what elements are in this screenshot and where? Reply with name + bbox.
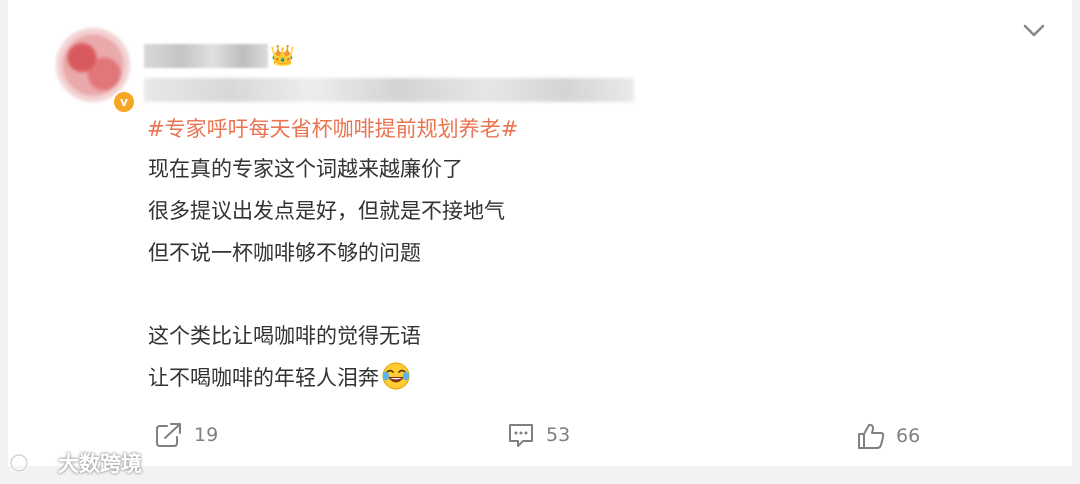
- comment-count: 53: [546, 424, 571, 446]
- post-line-3: 但不说一杯咖啡够不够的问题: [148, 241, 421, 265]
- post-line-6-wrap: 让不喝咖啡的年轻人泪奔: [148, 361, 411, 392]
- post-line-6: 让不喝咖啡的年轻人泪奔: [148, 366, 379, 390]
- comment-icon: [509, 424, 533, 447]
- verified-badge-icon: v: [112, 90, 136, 114]
- like-icon: [858, 423, 885, 449]
- post-line-5: 这个类比让喝咖啡的觉得无语: [148, 324, 421, 348]
- watermark: 大数跨境: [8, 448, 142, 478]
- username-blurred[interactable]: [144, 44, 268, 68]
- like-button[interactable]: 66: [856, 422, 920, 450]
- post-card: v 👑 #专家呼吁每天省杯咖啡提前规划养老# 现在真的专家这个词越来越廉价了 很…: [8, 0, 1072, 466]
- chevron-down-icon[interactable]: [1020, 18, 1048, 44]
- topic-link[interactable]: #专家呼吁每天省杯咖啡提前规划养老#: [147, 113, 518, 143]
- share-button[interactable]: 19: [154, 421, 218, 449]
- watermark-logo-icon: [9, 452, 52, 473]
- like-count: 66: [896, 425, 921, 447]
- laugh-cry-emoji: [381, 361, 411, 391]
- post-meta-blurred: [144, 78, 634, 102]
- comment-button[interactable]: 53: [506, 421, 570, 449]
- post-line-1: 现在真的专家这个词越来越廉价了: [148, 157, 463, 181]
- watermark-text: 大数跨境: [58, 452, 142, 476]
- share-count: 19: [194, 424, 219, 446]
- vip-icon: 👑: [270, 43, 295, 67]
- share-icon: [156, 423, 181, 447]
- post-line-2: 很多提议出发点是好，但就是不接地气: [148, 199, 505, 223]
